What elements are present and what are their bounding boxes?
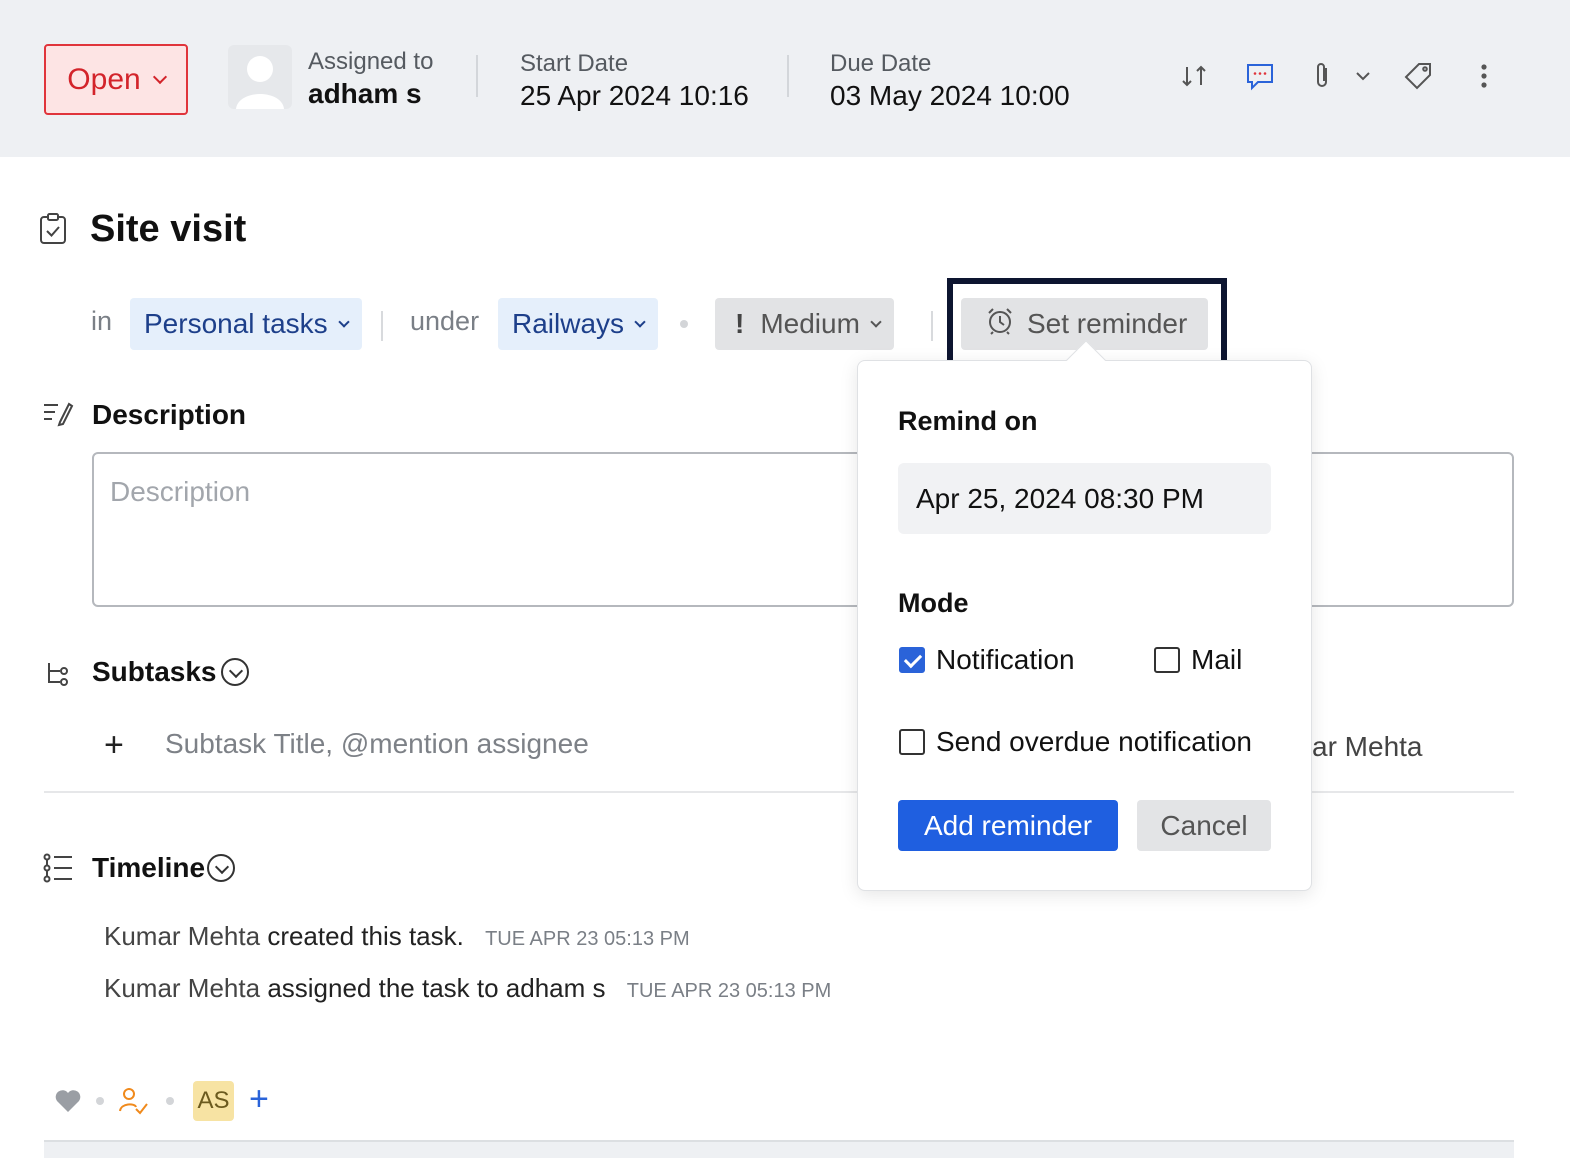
comment-icon[interactable] <box>1242 58 1278 94</box>
add-subtask-icon[interactable]: + <box>104 726 124 765</box>
remind-on-label: Remind on <box>898 406 1038 436</box>
timeline-action: created this task. <box>267 921 464 951</box>
remind-on-datetime-field[interactable]: Apr 25, 2024 08:30 PM <box>898 463 1271 534</box>
status-dropdown[interactable]: Open <box>44 44 188 115</box>
mail-label[interactable]: Mail <box>1191 644 1242 676</box>
description-placeholder: Description <box>110 476 251 507</box>
follower-avatar-initials[interactable]: AS <box>193 1081 234 1121</box>
cancel-button[interactable]: Cancel <box>1137 800 1271 851</box>
project-label: Railways <box>512 308 625 339</box>
status-label: Open <box>67 62 141 96</box>
priority-exclamation-icon: ! <box>735 308 745 339</box>
overdue-notification-checkbox[interactable] <box>899 729 925 755</box>
swap-icon[interactable] <box>1176 58 1212 94</box>
priority-dropdown[interactable]: ! Medium <box>715 298 894 350</box>
chevron-down-circle-icon[interactable] <box>221 658 249 686</box>
add-reminder-button[interactable]: Add reminder <box>898 800 1118 851</box>
assignee-partial-text: ar Mehta <box>1312 731 1423 762</box>
subtask-input[interactable]: Subtask Title, @mention assignee <box>165 728 589 760</box>
overdue-notification-label[interactable]: Send overdue notification <box>936 726 1252 758</box>
tag-icon[interactable] <box>1400 58 1436 94</box>
separator-dot <box>96 1097 104 1105</box>
divider <box>476 55 478 97</box>
avatar[interactable] <box>228 45 292 109</box>
attachment-icon[interactable] <box>1304 58 1340 94</box>
assignee-name[interactable]: adham s <box>308 78 422 110</box>
add-follower-button[interactable]: + <box>249 1080 269 1119</box>
chevron-down-icon[interactable] <box>1346 58 1380 94</box>
priority-label: Medium <box>760 308 860 339</box>
heart-icon[interactable] <box>54 1088 82 1119</box>
more-icon[interactable] <box>1466 58 1502 94</box>
remind-on-value: Apr 25, 2024 08:30 PM <box>916 482 1204 514</box>
chevron-down-icon <box>337 315 350 328</box>
timeline-actor[interactable]: Kumar Mehta <box>104 973 260 1003</box>
comment-bar <box>44 1140 1514 1158</box>
timeline-icon <box>42 852 74 889</box>
divider <box>931 311 933 341</box>
separator-dot <box>166 1097 174 1105</box>
timeline-entry: Kumar Mehta assigned the task to adham s… <box>104 973 831 1004</box>
start-date-value[interactable]: 25 Apr 2024 10:16 <box>520 80 749 112</box>
subtasks-icon <box>44 660 72 693</box>
notification-checkbox[interactable] <box>899 647 925 673</box>
description-icon <box>42 400 74 433</box>
in-label: in <box>91 306 113 336</box>
due-date-label: Due Date <box>830 50 932 77</box>
divider <box>787 55 789 97</box>
subtasks-title: Subtasks <box>92 656 217 687</box>
timeline-timestamp: TUE APR 23 05:13 PM <box>485 928 690 950</box>
assigned-label: Assigned to <box>308 48 434 75</box>
chevron-down-icon <box>152 69 167 84</box>
task-header: Open Assigned to adham s Start Date 25 A… <box>0 0 1570 157</box>
task-list-label: Personal tasks <box>144 308 328 339</box>
task-checkbox-icon <box>38 212 68 251</box>
follower-check-icon[interactable] <box>117 1085 149 1122</box>
description-title: Description <box>92 399 247 430</box>
timeline-actor[interactable]: Kumar Mehta <box>104 921 260 951</box>
start-date-label: Start Date <box>520 50 629 77</box>
timeline-title: Timeline <box>92 852 206 883</box>
timeline-action: assigned the task to adham s <box>267 973 606 1003</box>
due-date-value[interactable]: 03 May 2024 10:00 <box>830 80 1070 112</box>
mode-label: Mode <box>898 588 969 618</box>
separator-dot <box>680 320 688 328</box>
project-dropdown[interactable]: Railways <box>498 298 659 350</box>
page-title[interactable]: Site visit <box>90 208 246 251</box>
divider <box>381 311 383 341</box>
chevron-down-icon <box>870 315 882 328</box>
timeline-timestamp: TUE APR 23 05:13 PM <box>626 980 832 1002</box>
under-label: under <box>410 306 480 336</box>
chevron-down-circle-icon[interactable] <box>207 854 235 882</box>
timeline-entry: Kumar Mehta created this task. TUE APR 2… <box>104 921 690 952</box>
chevron-down-icon <box>634 315 646 328</box>
mail-checkbox[interactable] <box>1154 647 1180 673</box>
task-list-dropdown[interactable]: Personal tasks <box>130 298 362 350</box>
notification-label[interactable]: Notification <box>936 644 1075 676</box>
